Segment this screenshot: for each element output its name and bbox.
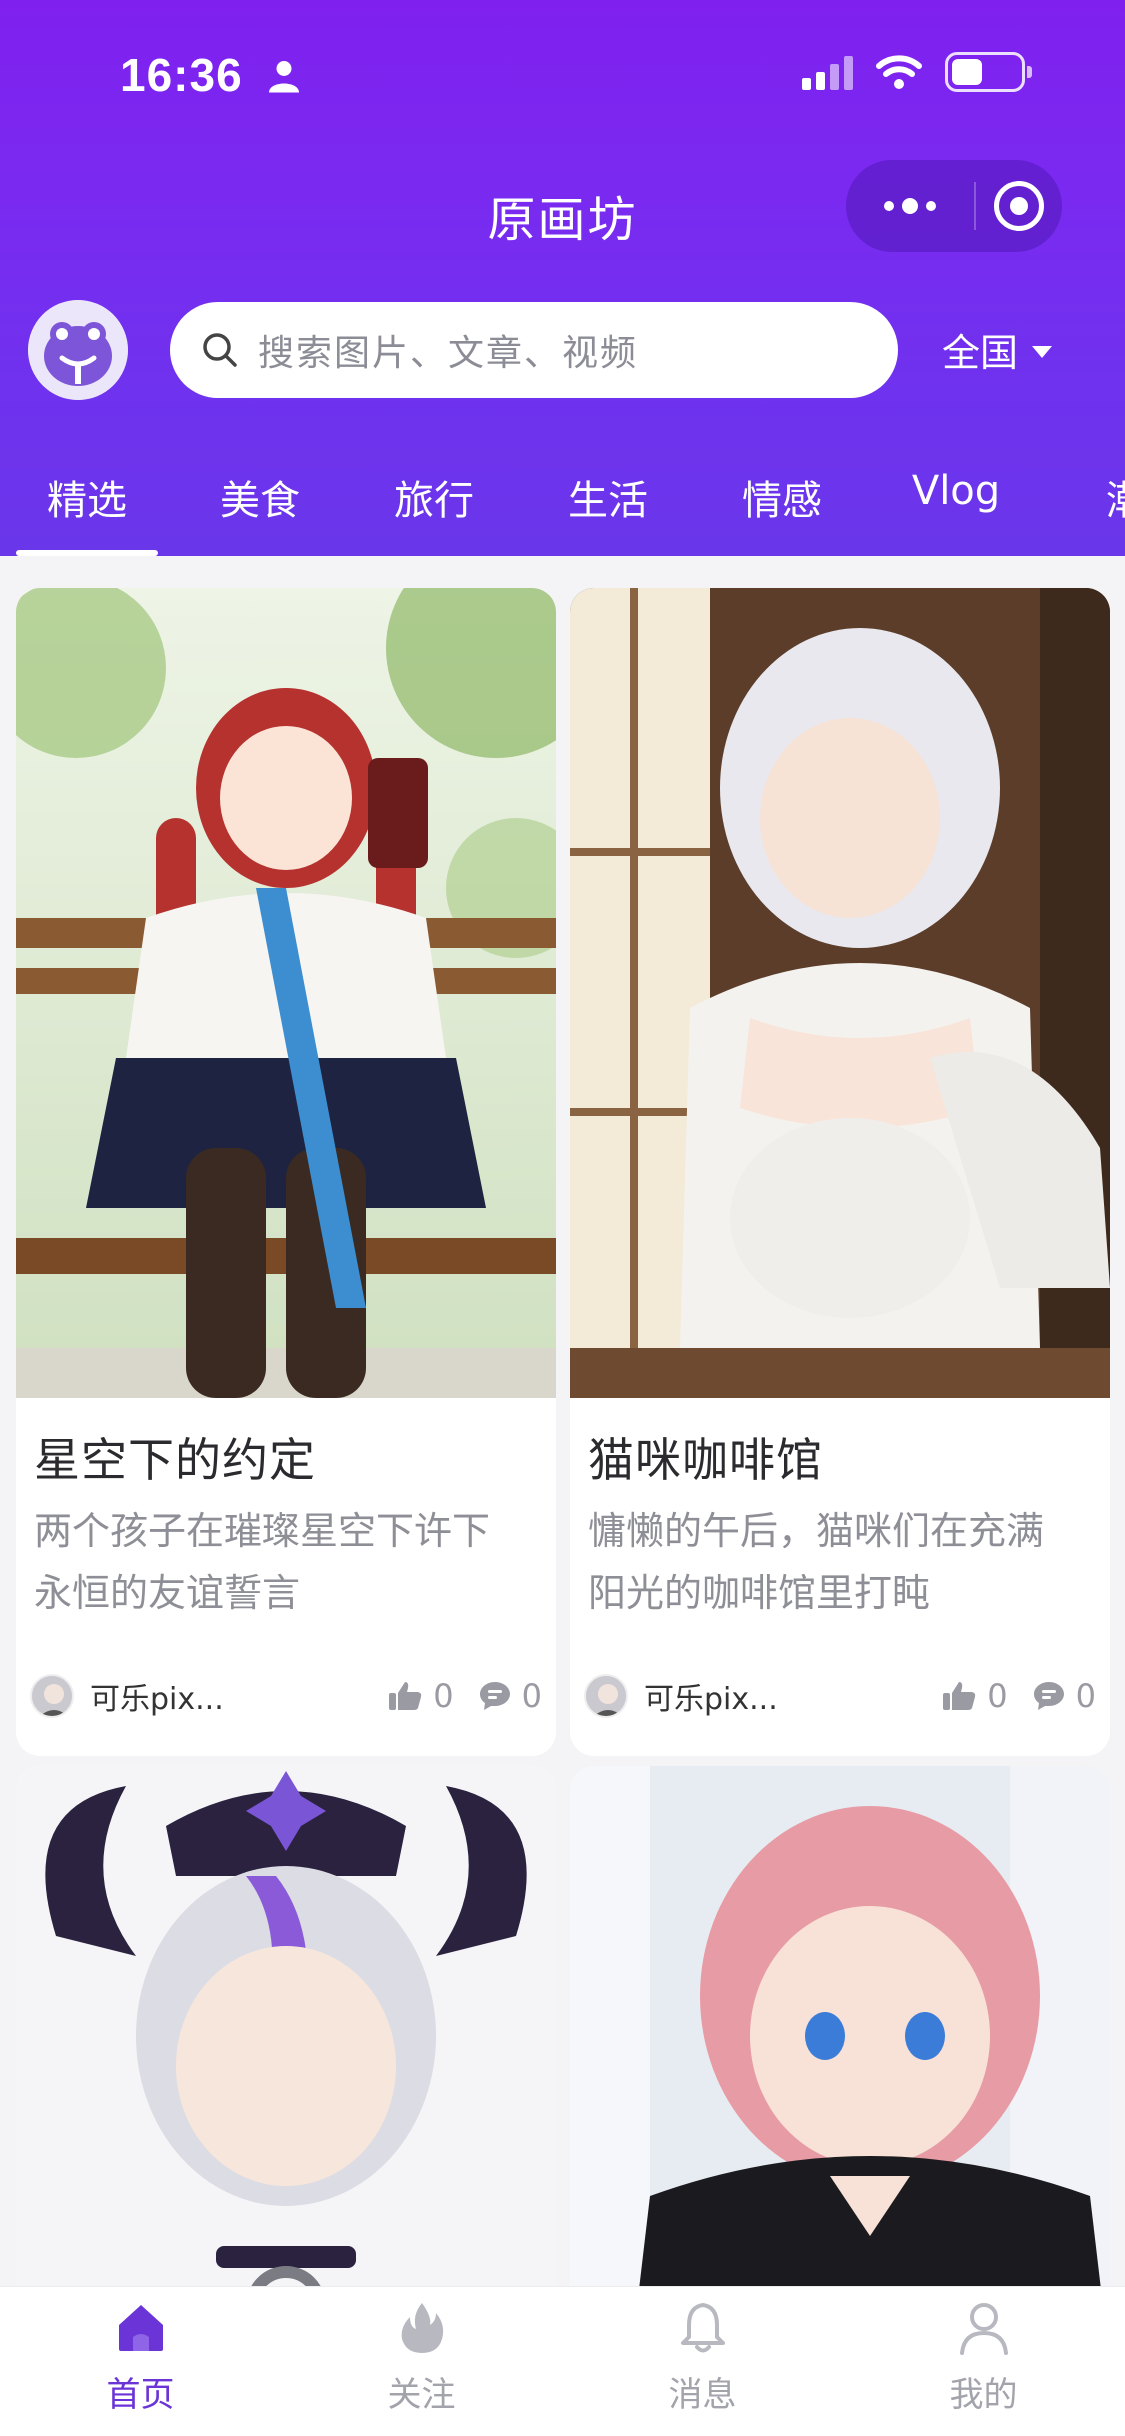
- post-image[interactable]: [16, 1766, 556, 2286]
- like-icon[interactable]: [387, 1680, 423, 1712]
- comment-count: 0: [521, 1677, 542, 1715]
- search-placeholder: 搜索图片、文章、视频: [258, 333, 639, 374]
- tab-emotion[interactable]: 情感: [712, 462, 852, 556]
- post-title: 猫咪咖啡馆: [588, 1433, 823, 1487]
- more-button[interactable]: [846, 160, 974, 252]
- tab-life[interactable]: 生活: [538, 462, 678, 556]
- like-count: 0: [433, 1677, 454, 1715]
- anime-girl-sweater-illustration: [570, 588, 1110, 1398]
- search-icon: [203, 333, 237, 367]
- comment-count: 0: [1075, 1677, 1096, 1715]
- post-stats: 0 0: [941, 1677, 1096, 1715]
- comment-icon[interactable]: [478, 1680, 512, 1712]
- region-selector[interactable]: 全国: [942, 322, 1053, 377]
- status-bar: 16:36: [0, 0, 1125, 150]
- tab-follow[interactable]: 关注: [281, 2287, 562, 2415]
- tab-home-label: 首页: [106, 2375, 175, 2415]
- tab-trend[interactable]: 潮: [1086, 462, 1125, 556]
- like-count: 0: [987, 1677, 1008, 1715]
- app-header: 16:36 原画坊 搜索图片、文章、视频 全国 精选 美食 旅行 生活 情感 V…: [0, 0, 1125, 556]
- anime-girl-horns-illustration: [16, 1766, 556, 2286]
- tab-featured[interactable]: 精选: [16, 462, 158, 556]
- anime-girl-bench-illustration: [16, 588, 556, 1398]
- tab-me-label: 我的: [949, 2375, 1018, 2415]
- cellular-signal-icon: [802, 54, 853, 90]
- post-card[interactable]: 星空下的约定 两个孩子在璀璨星空下许下 永恒的友谊誓言 可乐pix... 0 0: [16, 588, 556, 1756]
- tab-follow-label: 关注: [387, 2375, 456, 2415]
- flame-icon: [401, 2303, 443, 2353]
- post-description: 慵懒的午后，猫咪们在充满 阳光的咖啡馆里打盹: [588, 1509, 1045, 1615]
- author-name[interactable]: 可乐pix...: [90, 1674, 224, 1718]
- post-footer: 可乐pix... 0 0: [30, 1668, 542, 1724]
- caret-down-icon: [1032, 345, 1053, 358]
- user-icon: [959, 2303, 1008, 2355]
- search-row: 搜索图片、文章、视频 全国: [0, 300, 1125, 400]
- tab-messages[interactable]: 消息: [562, 2287, 843, 2415]
- person-icon: [269, 61, 299, 93]
- category-tabs: 精选 美食 旅行 生活 情感 Vlog 潮: [0, 462, 1125, 556]
- wifi-icon: [876, 55, 922, 89]
- author-avatar[interactable]: [30, 1674, 74, 1718]
- post-description: 两个孩子在璀璨星空下许下 永恒的友谊誓言: [34, 1509, 491, 1615]
- tab-messages-label: 消息: [668, 2375, 737, 2415]
- post-stats: 0 0: [387, 1677, 542, 1715]
- author-avatar[interactable]: [584, 1674, 628, 1718]
- status-time: 16:36: [120, 49, 243, 101]
- bottom-tab-bar: 首页 关注 消息 我的: [0, 2286, 1125, 2436]
- miniprogram-capsule: [846, 160, 1062, 252]
- region-label: 全国: [942, 331, 1019, 375]
- anime-girl-pink-hair-illustration: [570, 1766, 1110, 2286]
- post-title: 星空下的约定: [34, 1433, 316, 1487]
- app-logo[interactable]: [28, 300, 128, 400]
- search-input[interactable]: 搜索图片、文章、视频: [170, 302, 898, 398]
- bell-icon: [680, 2303, 725, 2353]
- home-icon: [118, 2305, 163, 2351]
- post-image[interactable]: [16, 588, 556, 1398]
- tab-vlog[interactable]: Vlog: [886, 462, 1026, 556]
- post-image[interactable]: [570, 1766, 1110, 2286]
- battery-icon: [945, 52, 1032, 92]
- tab-food[interactable]: 美食: [190, 462, 330, 556]
- tab-travel[interactable]: 旅行: [364, 462, 504, 556]
- tab-home[interactable]: 首页: [0, 2287, 281, 2415]
- frog-logo-icon: [28, 300, 128, 400]
- post-card[interactable]: [570, 1766, 1110, 2286]
- title-bar: 原画坊: [0, 160, 1125, 260]
- post-image[interactable]: [570, 588, 1110, 1398]
- comment-icon[interactable]: [1032, 1680, 1066, 1712]
- post-footer: 可乐pix... 0 0: [584, 1668, 1096, 1724]
- author-name[interactable]: 可乐pix...: [644, 1674, 778, 1718]
- tab-me[interactable]: 我的: [843, 2287, 1124, 2415]
- status-indicators: [802, 52, 1032, 92]
- content-feed: 星空下的约定 两个孩子在璀璨星空下许下 永恒的友谊誓言 可乐pix... 0 0…: [0, 556, 1125, 2286]
- post-card[interactable]: [16, 1766, 556, 2286]
- target-icon: [994, 181, 1044, 231]
- post-card[interactable]: 猫咪咖啡馆 慵懒的午后，猫咪们在充满 阳光的咖啡馆里打盹 可乐pix... 0: [570, 588, 1110, 1756]
- close-miniprogram-button[interactable]: [976, 181, 1062, 231]
- like-icon[interactable]: [941, 1680, 977, 1712]
